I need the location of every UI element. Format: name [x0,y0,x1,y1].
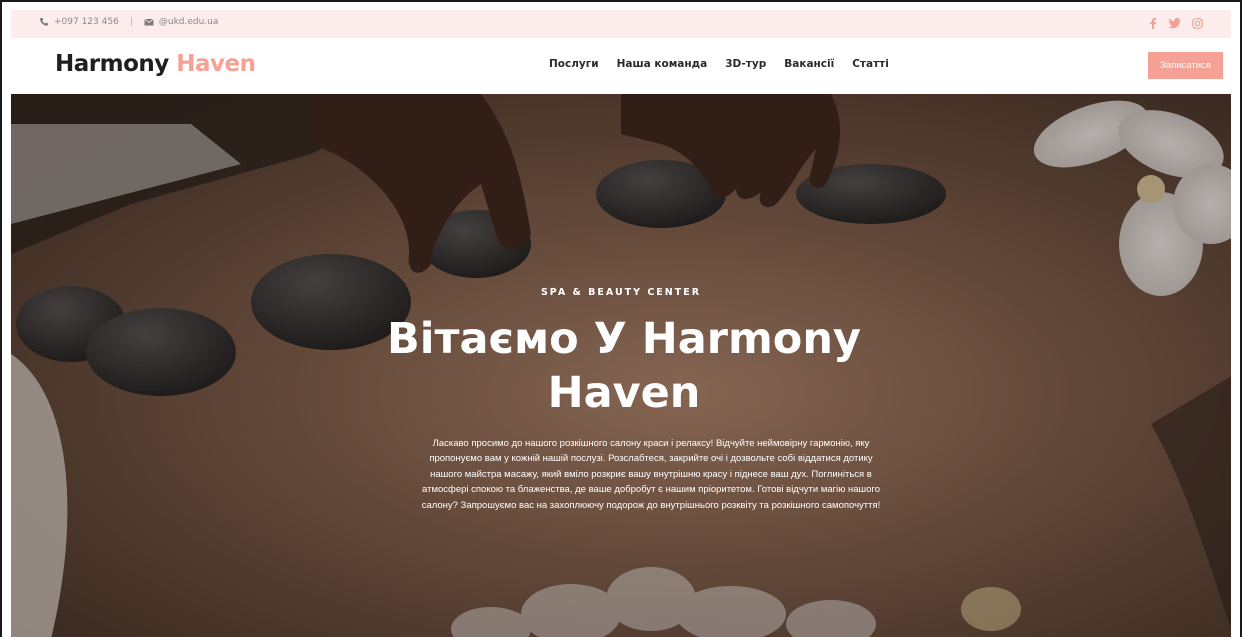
main-navigation: Послуги Наша команда 3D-тур Вакансії Ста… [549,58,907,70]
hero-title: Вітаємо У Harmony Haven [387,314,861,418]
twitter-icon[interactable] [1169,16,1181,30]
book-appointment-button[interactable]: Записатися [1148,52,1223,79]
page-frame: +097 123 456 | @ukd.edu.ua Harmony Haven [0,0,1242,637]
hero-section: SPA & BEAUTY CENTER Вітаємо У Harmony Ha… [11,94,1231,637]
envelope-icon [144,17,154,27]
nav-link-vacancies[interactable]: Вакансії [784,58,834,70]
social-links [1147,16,1203,30]
instagram-icon[interactable] [1191,16,1203,30]
email-address[interactable]: @ukd.edu.ua [159,17,219,27]
nav-link-team[interactable]: Наша команда [617,58,708,70]
hero-kicker: SPA & BEAUTY CENTER [540,287,702,298]
phone-icon [39,17,49,27]
logo-text-primary: Harmony [55,51,169,77]
facebook-icon[interactable] [1147,16,1159,30]
site-logo[interactable]: Harmony Haven [55,51,256,77]
top-contact-bar: +097 123 456 | @ukd.edu.ua [11,10,1231,38]
nav-link-articles[interactable]: Статті [852,58,889,70]
phone-number[interactable]: +097 123 456 [54,17,119,27]
nav-link-services[interactable]: Послуги [549,58,599,70]
contact-separator: | [129,17,133,27]
contact-info: +097 123 456 | @ukd.edu.ua [39,17,218,27]
logo-text-accent: Haven [176,51,256,77]
hero-description: Ласкаво просимо до нашого розкішного сал… [421,438,881,511]
nav-link-3d-tour[interactable]: 3D-тур [725,58,766,70]
site-header: Harmony Haven Послуги Наша команда 3D-ту… [11,38,1231,94]
